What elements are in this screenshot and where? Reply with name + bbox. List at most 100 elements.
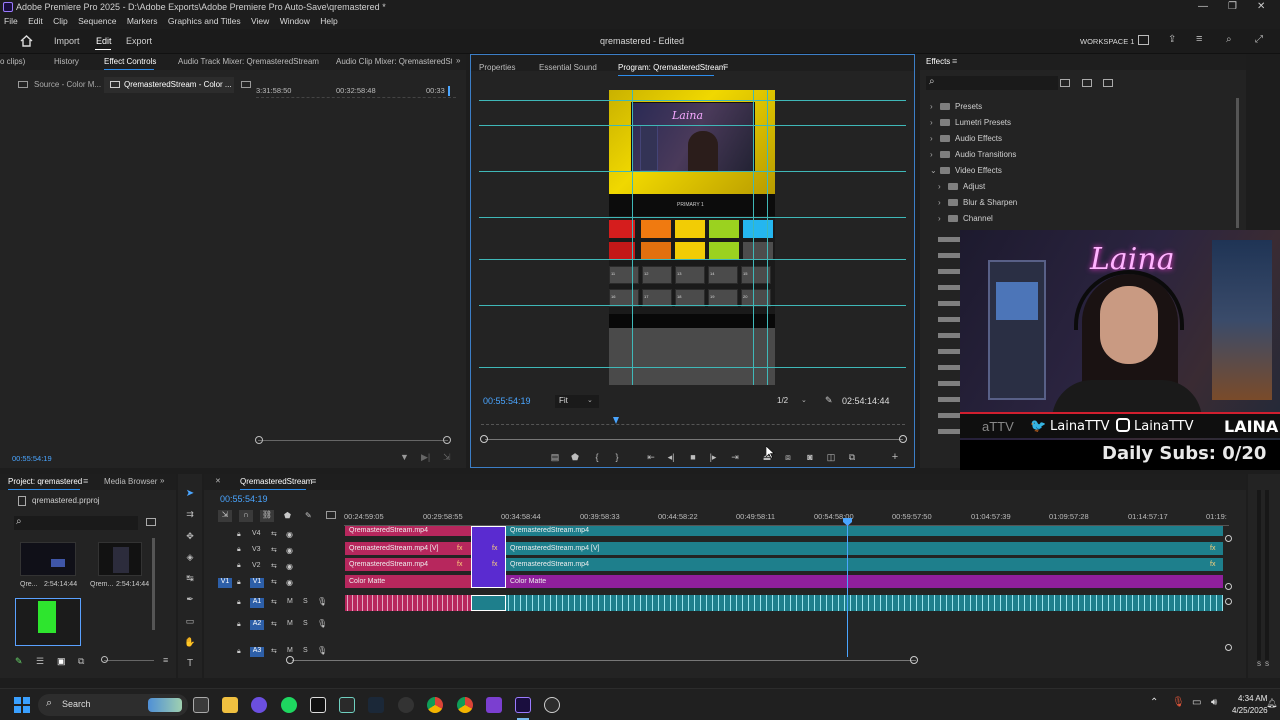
type-tool-icon[interactable]: T <box>182 656 198 670</box>
solo-button[interactable]: S <box>1257 662 1261 668</box>
panel-menu-icon[interactable]: ≡ <box>83 476 88 486</box>
hand-tool-icon[interactable]: ✋ <box>182 635 198 649</box>
project-search-input[interactable]: ⌕ <box>14 516 138 530</box>
discord-icon[interactable] <box>251 697 267 713</box>
tab-effects[interactable]: Effects <box>926 55 950 69</box>
menu-graphics[interactable]: Graphics and Titles <box>168 16 241 26</box>
lock-icon[interactable]: 🔒︎ <box>237 621 241 629</box>
audio-clip-a1-left[interactable] <box>345 595 471 611</box>
solo-button[interactable]: S <box>303 647 308 654</box>
header-tab-export[interactable]: Export <box>126 36 152 46</box>
fullscreen-icon[interactable]: ⤢ <box>1255 34 1263 45</box>
icon-view-icon[interactable]: ▣ <box>57 656 66 667</box>
clip-v1-left[interactable]: Color Matte <box>345 575 471 588</box>
effects-search-input[interactable]: ⌕ <box>926 76 1058 90</box>
tab-effect-controls[interactable]: Effect Controls <box>104 55 156 69</box>
ec-timecode[interactable]: 00:55:54:19 <box>12 454 52 463</box>
tab-audio-track-mixer[interactable]: Audio Track Mixer: QremasteredStream <box>178 55 319 69</box>
sync-icon[interactable]: ⇆ <box>271 598 277 606</box>
ec-playhead[interactable] <box>448 86 450 96</box>
clip-v4-right[interactable]: QremasteredStream.mp4 <box>506 526 1223 536</box>
tab-audio-clip-mixer[interactable]: Audio Clip Mixer: QremasteredStrea <box>336 55 452 69</box>
lock-icon[interactable]: 🔒︎ <box>237 531 241 539</box>
timeline-playhead[interactable] <box>847 522 848 657</box>
notifications-icon[interactable]: 🔔︎ <box>1266 698 1277 709</box>
premiere-pro-taskbar-icon[interactable] <box>515 697 531 713</box>
menu-clip[interactable]: Clip <box>53 16 68 26</box>
excel-like-icon[interactable] <box>339 697 355 713</box>
nest-toggle-icon[interactable]: ⇲ <box>218 510 232 522</box>
clip-v4-left[interactable]: QremasteredStream.mp4 <box>345 526 471 536</box>
track-label[interactable]: V1 <box>250 578 264 588</box>
windows-start-icon[interactable] <box>14 697 30 713</box>
program-zoom-handle-right[interactable] <box>899 435 907 443</box>
selection-tool-icon[interactable]: ➤ <box>182 486 198 500</box>
header-tab-edit[interactable]: Edit <box>96 36 112 46</box>
accelerated-effects-icon[interactable] <box>1060 79 1070 87</box>
tab-program-monitor[interactable]: Program: QremasteredStream <box>618 61 726 75</box>
add-button-icon[interactable]: + <box>889 451 901 463</box>
add-marker-icon[interactable]: ⬟ <box>569 451 581 463</box>
menu-help[interactable]: Help <box>320 16 337 26</box>
rectangle-tool-icon[interactable]: ▭ <box>182 614 198 628</box>
menu-view[interactable]: View <box>251 16 269 26</box>
ec-zoom-handle-left[interactable] <box>255 436 263 444</box>
clip-v3-right[interactable]: QremasteredStream.mp4 [V] fx <box>506 542 1223 555</box>
effects-item-adjust[interactable]: › Adjust <box>938 182 985 191</box>
pen-tool-icon[interactable]: ✒ <box>182 592 198 606</box>
effects-scrollbar[interactable] <box>1236 98 1239 228</box>
header-tab-import[interactable]: Import <box>54 36 80 46</box>
play-audio-icon[interactable]: ▶| <box>421 452 430 463</box>
resolution-dropdown[interactable]: 1/2 ⌄ <box>773 395 813 408</box>
linked-selection-icon[interactable]: ⛓ <box>260 510 274 522</box>
timeline-zoom-scrollbar[interactable] <box>292 660 916 661</box>
solo-button[interactable]: S <box>303 620 308 627</box>
minimize-icon[interactable]: — <box>1198 0 1208 14</box>
microphone-tray-icon[interactable]: 🎙︎ <box>1172 697 1185 708</box>
program-zoom-handle-left[interactable] <box>480 435 488 443</box>
new-bin-icon[interactable] <box>146 518 156 526</box>
lock-icon[interactable]: 🔒︎ <box>237 599 241 607</box>
filter-icon[interactable]: ▼ <box>400 452 409 462</box>
visual-studio-icon[interactable] <box>486 697 502 713</box>
add-marker-icon[interactable]: ⬟ <box>284 511 291 520</box>
solo-button[interactable]: S <box>303 598 308 605</box>
tab-project[interactable]: Project: qremastered <box>8 475 82 489</box>
clip-v3-left[interactable]: QremasteredStream.mp4 [V] fx <box>345 542 471 555</box>
multicam-icon[interactable]: ⧉ <box>846 451 858 463</box>
zoom-slider-handle[interactable] <box>101 656 108 663</box>
eye-icon[interactable]: ◉ <box>286 578 293 587</box>
step-forward-icon[interactable]: |▸ <box>707 451 719 463</box>
track-select-icon[interactable]: ⇉ <box>182 507 198 521</box>
lock-icon[interactable]: 🔒︎ <box>237 546 241 554</box>
effects-item-lumetri-presets[interactable]: › Lumetri Presets <box>930 118 1011 127</box>
taskbar-search-box[interactable]: ⌕ Search <box>38 694 188 716</box>
lock-icon[interactable]: 🔒︎ <box>237 648 241 656</box>
program-timecode[interactable]: 00:55:54:19 <box>483 396 531 406</box>
extract-icon[interactable]: ⧈ <box>782 451 794 463</box>
tab-media-browser[interactable]: Media Browser <box>104 475 157 489</box>
clip-v1-right[interactable]: Color Matte <box>506 575 1223 588</box>
track-label[interactable]: V3 <box>252 546 261 553</box>
track-height-handle[interactable] <box>1225 583 1232 590</box>
mic-icon[interactable]: 🎙︎ <box>317 597 327 606</box>
panel-menu-icon[interactable]: ≡ <box>1196 33 1202 45</box>
menu-sequence[interactable]: Sequence <box>78 16 116 26</box>
wrench-icon[interactable]: ✎ <box>825 395 833 406</box>
selected-clip-stack[interactable]: fx fx <box>471 526 506 588</box>
snap-icon[interactable]: ∩ <box>239 510 253 522</box>
timeline-settings-icon[interactable]: ✎ <box>305 511 312 520</box>
taskbar-time[interactable]: 4:34 AM <box>1238 694 1267 703</box>
workspaces-icon[interactable] <box>1138 35 1149 45</box>
track-label[interactable]: V4 <box>252 530 261 537</box>
effects-item-audio-transitions[interactable]: › Audio Transitions <box>930 150 1016 159</box>
sync-icon[interactable]: ⇆ <box>271 647 277 655</box>
menu-file[interactable]: File <box>4 16 18 26</box>
timeline-ruler[interactable]: 00:24:59:05 00:29:58:55 00:34:58:44 00:3… <box>344 512 1229 526</box>
audio-clip-a1-selected[interactable] <box>471 595 506 611</box>
sync-icon[interactable]: ⇆ <box>271 546 277 554</box>
project-item-thumb[interactable] <box>98 542 142 576</box>
clip-v2-left[interactable]: QremasteredStream.mp4 fx <box>345 558 471 571</box>
task-view-icon[interactable] <box>193 697 209 713</box>
stop-icon[interactable]: ■ <box>687 451 699 463</box>
